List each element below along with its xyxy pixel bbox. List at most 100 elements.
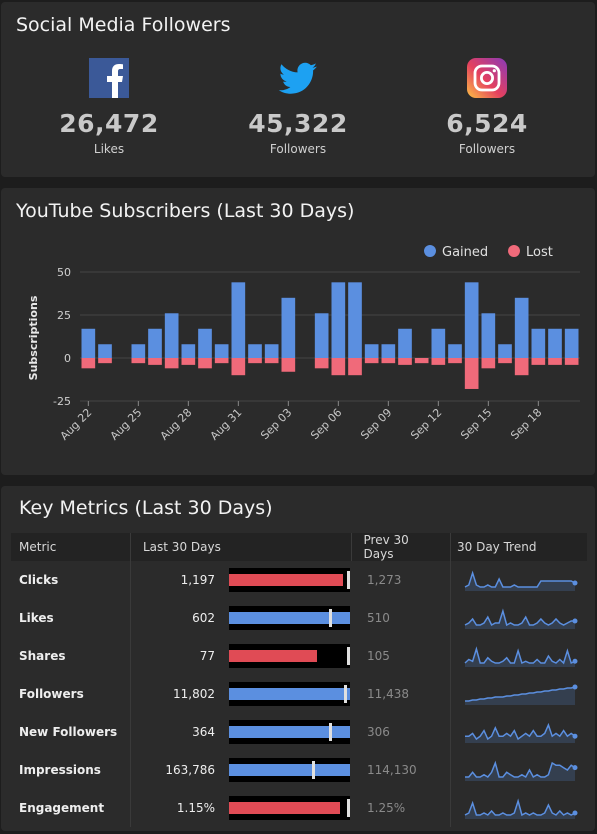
- metric-bullet-bar: [229, 751, 351, 789]
- bar-gained-sep-15: [481, 313, 496, 358]
- trend-sparkline: [465, 722, 578, 743]
- youtube-card: YouTube Subscribers (Last 30 Days) Gaine…: [1, 188, 595, 475]
- bar-gained-sep-01: [248, 344, 262, 358]
- sparkline-end-point: [572, 733, 578, 739]
- instagram-stat: 6,524 Followers: [412, 57, 562, 156]
- legend-lost-label: Lost: [526, 245, 553, 260]
- bar-gained-sep-03: [281, 297, 296, 358]
- metric-row-likes: Likes 602 510: [11, 599, 587, 637]
- metric-last-value: 11,802: [173, 687, 215, 701]
- bullet-bar-track: [229, 720, 350, 744]
- bullet-bar-target-marker: [344, 685, 348, 703]
- x-tick-label: Sep 03: [258, 406, 294, 442]
- social-media-card: Social Media Followers 26,472 Likes 45,3…: [1, 2, 595, 177]
- bar-gained-sep-18: [531, 328, 546, 358]
- bar-lost-sep-13: [448, 358, 462, 364]
- bullet-bar-track: [229, 606, 350, 630]
- sparkline-end-point: [572, 658, 578, 664]
- x-tick-label: Aug 31: [208, 406, 245, 443]
- trend-sparkline: [464, 570, 578, 591]
- metric-bullet-bar: [229, 675, 351, 713]
- key-metrics-table: Metric Last 30 Days Prev 30 Days 30 Day …: [11, 533, 587, 827]
- bar-gained-aug-26: [148, 328, 162, 358]
- bar-gained-sep-06: [331, 282, 346, 358]
- x-tick-label: Sep 12: [408, 406, 444, 442]
- bullet-bar-track: [229, 644, 350, 668]
- trend-sparkline: [464, 798, 578, 819]
- bar-gained-aug-30: [214, 344, 229, 358]
- instagram-followers-value: 6,524: [446, 109, 528, 138]
- bar-gained-sep-12: [431, 328, 446, 358]
- metric-prev-value: 11,438: [351, 675, 451, 713]
- bar-lost-sep-11: [414, 358, 429, 364]
- bar-lost-sep-05: [314, 358, 329, 369]
- x-tick-label: Sep 06: [308, 406, 344, 442]
- metric-prev-value: 510: [351, 599, 451, 637]
- metric-name: Impressions: [11, 751, 131, 789]
- bullet-bar-track: [229, 568, 350, 592]
- y-tick-label: -25: [53, 395, 71, 408]
- sparkline-area: [465, 611, 575, 629]
- metric-name: New Followers: [11, 713, 131, 751]
- header-metric: Metric: [11, 533, 131, 561]
- bar-gained-sep-09: [381, 344, 396, 358]
- metric-last-value: 364: [192, 725, 215, 739]
- metric-bullet-bar: [229, 599, 351, 637]
- bar-lost-sep-18: [531, 358, 546, 365]
- twitter-followers-label: Followers: [269, 142, 327, 156]
- bullet-bar-target-marker: [346, 647, 350, 665]
- bar-gained-sep-16: [498, 344, 512, 358]
- metric-last-value: 1.15%: [176, 801, 215, 815]
- y-axis-label: Subscriptions: [27, 295, 40, 380]
- bar-lost-sep-07: [348, 358, 362, 376]
- bar-gained-sep-07: [348, 282, 362, 358]
- bullet-bar-track: [229, 758, 350, 782]
- metric-row-impressions: Impressions 163,786 114,130: [11, 751, 587, 789]
- bar-lost-sep-08: [364, 358, 379, 364]
- bullet-bar-target-marker: [311, 761, 315, 779]
- bar-gained-sep-13: [448, 344, 462, 358]
- twitter-stat: 45,322 Followers: [223, 57, 373, 156]
- x-tick-label: Sep 18: [508, 406, 544, 442]
- metric-row-followers: Followers 11,802 11,438: [11, 675, 587, 713]
- bar-lost-aug-22: [81, 358, 96, 369]
- bar-gained-aug-25: [131, 344, 146, 358]
- sparkline-area: [465, 573, 575, 591]
- bar-gained-sep-02: [264, 344, 279, 358]
- bar-lost-sep-16: [498, 358, 512, 364]
- bar-lost-aug-28: [181, 358, 196, 365]
- metric-trend-cell: [451, 751, 588, 789]
- bullet-bar-track: [229, 796, 350, 820]
- y-tick-label: 0: [64, 352, 71, 365]
- bar-gained-aug-23: [98, 344, 112, 358]
- bullet-bar-fill: [229, 764, 350, 776]
- x-tick-label: Sep 09: [358, 406, 394, 442]
- header-prev-30-days: Prev 30 Days: [351, 533, 451, 561]
- metric-prev-value: 114,130: [351, 751, 451, 789]
- facebook-stat: 26,472 Likes: [34, 57, 184, 156]
- bar-lost-aug-29: [198, 358, 212, 369]
- metric-row-shares: Shares 77 105: [11, 637, 587, 675]
- sparkline-end-point: [572, 618, 578, 624]
- bar-lost-sep-02: [264, 358, 279, 364]
- bullet-bar-track: [229, 682, 350, 706]
- x-tick-label: Sep 15: [458, 406, 494, 442]
- metric-trend-cell: [451, 675, 588, 713]
- bar-lost-sep-10: [398, 358, 412, 365]
- metric-prev-value: 1.25%: [351, 789, 451, 827]
- social-card-title: Social Media Followers: [16, 14, 231, 36]
- bar-gained-sep-20: [564, 328, 579, 358]
- metric-trend-cell: [451, 713, 588, 751]
- x-tick-label: Aug 22: [58, 406, 95, 443]
- x-tick-label: Aug 25: [108, 406, 145, 443]
- facebook-icon: [88, 57, 130, 99]
- bar-gained-sep-05: [314, 313, 329, 358]
- bullet-bar-fill: [229, 574, 343, 586]
- bar-gained-aug-22: [81, 328, 96, 358]
- bar-gained-aug-28: [181, 344, 196, 358]
- youtube-subscribers-chart: Gained Lost Subscriptions 50 25 0 -25 Aug 2…: [27, 245, 580, 443]
- bullet-bar-target-marker: [346, 571, 350, 589]
- bar-lost-aug-27: [164, 358, 179, 369]
- legend-lost-marker: [508, 245, 520, 257]
- metric-row-clicks: Clicks 1,197 1,273: [11, 561, 587, 599]
